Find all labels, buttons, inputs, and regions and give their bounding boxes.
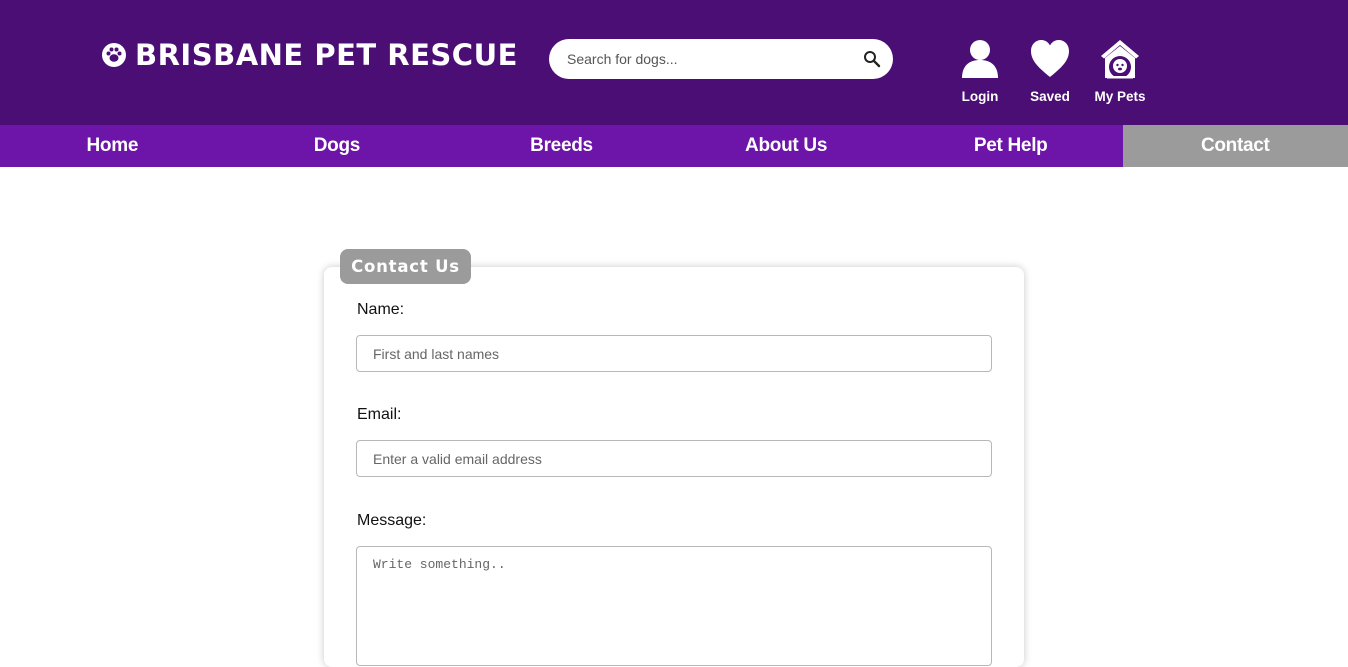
search-input[interactable]: [567, 39, 847, 79]
name-label: Name:: [357, 301, 405, 318]
nav-breeds[interactable]: Breeds: [449, 125, 674, 167]
search-bar: [549, 39, 893, 79]
nav-pet-help[interactable]: Pet Help: [898, 125, 1123, 167]
email-label: Email:: [357, 406, 402, 423]
paw-icon: [102, 43, 126, 67]
main-nav: Home Dogs Breeds About Us Pet Help Conta…: [0, 125, 1348, 167]
site-title: BRISBANE PET RESCUE: [135, 38, 518, 72]
search-icon[interactable]: [863, 50, 881, 68]
login-button[interactable]: Login: [950, 38, 1010, 104]
name-field[interactable]: [356, 335, 992, 372]
nav-about-us[interactable]: About Us: [674, 125, 899, 167]
doghouse-icon: [1101, 40, 1139, 79]
saved-label: Saved: [1030, 89, 1070, 104]
message-field[interactable]: [356, 546, 992, 666]
nav-home[interactable]: Home: [0, 125, 225, 167]
site-header: BRISBANE PET RESCUE Login Saved: [0, 0, 1348, 125]
saved-button[interactable]: Saved: [1020, 38, 1080, 104]
nav-contact[interactable]: Contact: [1122, 125, 1348, 167]
site-logo[interactable]: BRISBANE PET RESCUE: [101, 38, 518, 72]
my-pets-label: My Pets: [1094, 89, 1146, 104]
email-field[interactable]: [356, 440, 992, 477]
heart-icon: [1031, 40, 1069, 77]
login-label: Login: [961, 89, 999, 104]
contact-form-heading: Contact Us: [340, 249, 471, 284]
my-pets-button[interactable]: My Pets: [1090, 38, 1150, 104]
user-icon: [962, 40, 998, 78]
message-label: Message:: [357, 512, 427, 529]
nav-dogs[interactable]: Dogs: [225, 125, 450, 167]
